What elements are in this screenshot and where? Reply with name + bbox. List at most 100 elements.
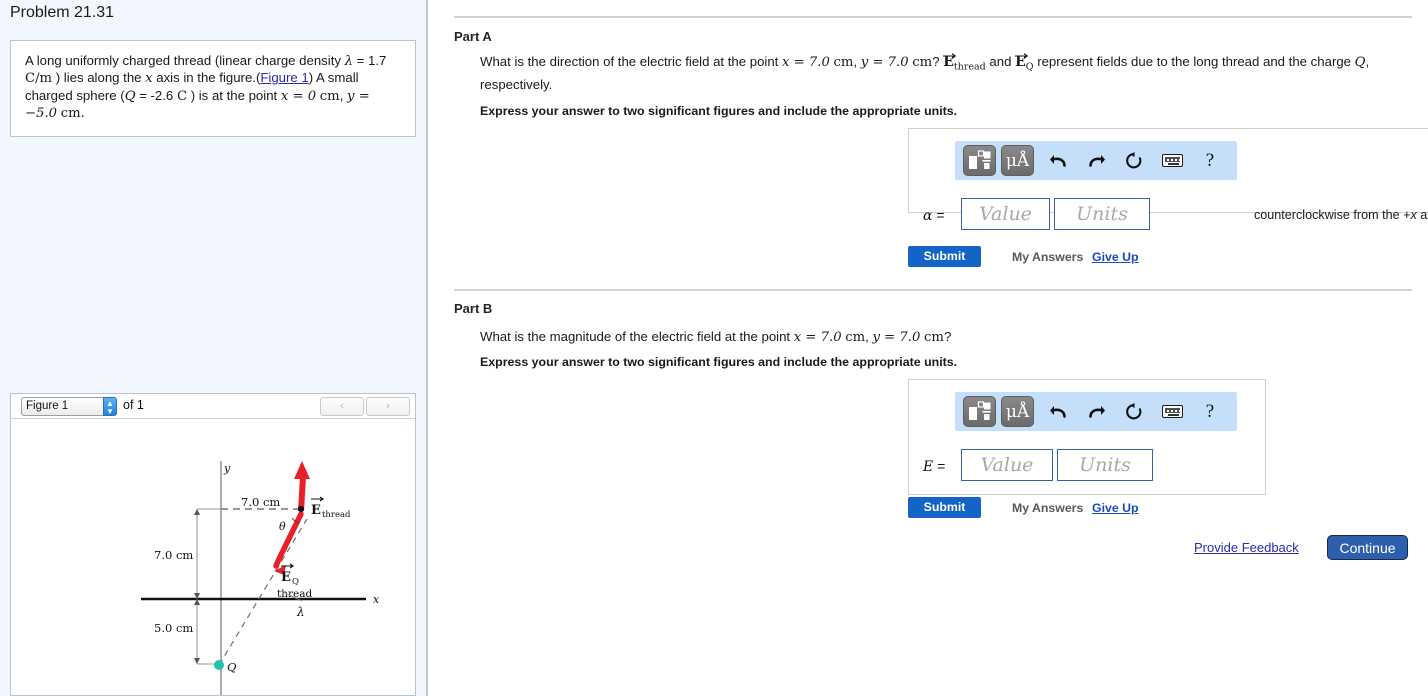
stmt-part-6: = -2.6 [135, 87, 177, 103]
qa-y-value: y = 7.0 [860, 55, 909, 70]
figure-select[interactable]: Figure 1 [21, 397, 113, 416]
part-a-units-input[interactable]: Units [1054, 198, 1150, 230]
problem-statement-box: A long uniformly charged thread (linear … [10, 40, 416, 138]
qa-x-value: x = 7.0 [782, 55, 830, 70]
part-a-answer-label: α = [923, 207, 945, 224]
units-icon[interactable]: μÅ [1001, 145, 1034, 176]
qa-text-3: represent fields due to the long thread … [1033, 54, 1355, 69]
part-b-give-up-link[interactable]: Give Up [1092, 501, 1138, 515]
qa-Q-symbol: Q [1354, 55, 1366, 70]
E-symbol: E [923, 459, 934, 475]
figure-panel: Figure 1 ▲ ▼ of 1 ‹ › y x 7.0 cm 7.0 cm … [10, 393, 416, 696]
stmt-part-1: A long uniformly charged thread (linear … [25, 53, 345, 68]
stmt-period: . [80, 105, 85, 121]
coulomb-unit: C [176, 88, 188, 104]
vector-arrow-icon-2 [1015, 46, 1029, 59]
stmt-part-2: = 1.7 [352, 53, 387, 68]
reset-icon[interactable] [1115, 397, 1153, 427]
qa-cm-2: cm [912, 55, 933, 70]
e-thread-vector-symbol: Ethread [943, 53, 986, 76]
help-icon[interactable]: ? [1191, 397, 1229, 427]
part-a-heading: Part A [454, 29, 492, 44]
x-equation: x = 0 [280, 88, 317, 104]
reset-icon[interactable] [1115, 146, 1153, 176]
svg-text:7.0 cm: 7.0 cm [241, 495, 280, 509]
physics-diagram-svg: y x 7.0 cm 7.0 cm 5.0 cm θ E thread E Q … [141, 461, 380, 695]
undo-icon[interactable] [1039, 397, 1077, 427]
part-a-question: What is the direction of the electric fi… [480, 53, 1420, 93]
svg-text:θ: θ [279, 520, 286, 533]
part-b-units-input[interactable]: Units [1057, 449, 1153, 481]
suffix-post: axis [1420, 208, 1428, 222]
svg-text:x: x [373, 593, 380, 606]
qa-comma: , [853, 54, 861, 69]
part-b-express-instruction: Express your answer to two significant f… [480, 355, 958, 369]
figure-next-button[interactable]: › [366, 397, 410, 416]
part-a-my-answers-link[interactable]: My Answers [1012, 250, 1083, 264]
part-b-heading: Part B [454, 301, 493, 316]
figure-1-link[interactable]: Figure 1 [260, 70, 308, 85]
help-icon[interactable]: ? [1191, 146, 1229, 176]
figure-prev-button[interactable]: ‹ [320, 397, 364, 416]
c-per-m-unit: C/m [25, 71, 53, 87]
part-a-submit-button[interactable]: Submit [908, 246, 981, 267]
svg-text:7.0 cm: 7.0 cm [154, 548, 193, 562]
suffix-pre: counterclockwise from the + [1254, 208, 1411, 222]
provide-feedback-link[interactable]: Provide Feedback [1194, 540, 1299, 555]
svg-text:thread: thread [322, 510, 351, 520]
figure-toolbar: Figure 1 ▲ ▼ of 1 ‹ › [11, 394, 415, 419]
template-icon[interactable] [963, 145, 996, 176]
equals-sign-b: = [937, 458, 946, 474]
stmt-part-3: ) lies along the [52, 70, 146, 86]
figure-count-label: of 1 [123, 398, 144, 412]
stmt-comma: , [339, 87, 344, 103]
vector-arrow-icon [943, 46, 957, 59]
redo-icon[interactable] [1077, 146, 1115, 176]
part-b-my-answers-link[interactable]: My Answers [1012, 501, 1083, 515]
svg-text:Q: Q [292, 577, 299, 587]
problem-sidebar: Problem 21.31 A long uniformly charged t… [0, 0, 428, 696]
part-a-answer-suffix: counterclockwise from the +x axis [1254, 208, 1428, 222]
part-a-math-toolbar: μÅ ? [955, 141, 1237, 180]
part-a-give-up-link[interactable]: Give Up [1092, 250, 1138, 264]
equals-sign-a: = [936, 207, 945, 223]
stmt-part-7: ) is at the point [187, 87, 281, 103]
part-b-answer-box: μÅ ? E = Value Units [908, 379, 1266, 495]
qb-comma: , [865, 329, 873, 344]
part-b-submit-button[interactable]: Submit [908, 497, 981, 518]
keyboard-icon[interactable] [1153, 397, 1191, 427]
part-b-question: What is the magnitude of the electric fi… [480, 328, 1420, 346]
part-b-value-input[interactable]: Value [961, 449, 1053, 481]
stmt-part-4: axis in the figure.( [152, 70, 261, 86]
problem-statement-text: A long uniformly charged thread (linear … [25, 53, 401, 122]
qb-question-mark: ? [943, 329, 952, 344]
units-icon-label: μÅ [1005, 150, 1030, 171]
qb-cm-2: cm [924, 330, 944, 345]
cm-unit-2: cm [60, 105, 81, 121]
undo-icon[interactable] [1039, 146, 1077, 176]
page-title: Problem 21.31 [10, 4, 115, 21]
qb-cm-1: cm [845, 330, 866, 345]
figure-diagram: y x 7.0 cm 7.0 cm 5.0 cm θ E thread E Q … [11, 419, 415, 695]
qb-y-value: y = 7.0 [872, 330, 921, 345]
units-icon[interactable]: μÅ [1001, 396, 1034, 427]
keyboard-icon[interactable] [1153, 146, 1191, 176]
continue-button[interactable]: Continue [1327, 535, 1408, 560]
svg-text:thread: thread [277, 588, 312, 600]
part-b-answer-label: E = [923, 458, 945, 475]
alpha-symbol: α [923, 208, 933, 224]
svg-text:E: E [311, 503, 321, 518]
part-a-value-input[interactable]: Value [961, 198, 1050, 230]
qa-cm-1: cm [833, 55, 854, 70]
template-icon[interactable] [963, 396, 996, 427]
redo-icon[interactable] [1077, 397, 1115, 427]
qa-text-2: and [985, 54, 1016, 69]
x-symbol: x [145, 71, 153, 87]
part-a-express-instruction: Express your answer to two significant f… [480, 104, 958, 118]
part-b-divider [454, 289, 1412, 291]
chevron-updown-icon[interactable]: ▲ ▼ [103, 397, 117, 416]
lambda-symbol: λ [344, 54, 353, 69]
svg-text:y: y [223, 462, 231, 475]
svg-text:Q: Q [227, 660, 237, 674]
qa-text-1: What is the direction of the electric fi… [480, 54, 783, 69]
